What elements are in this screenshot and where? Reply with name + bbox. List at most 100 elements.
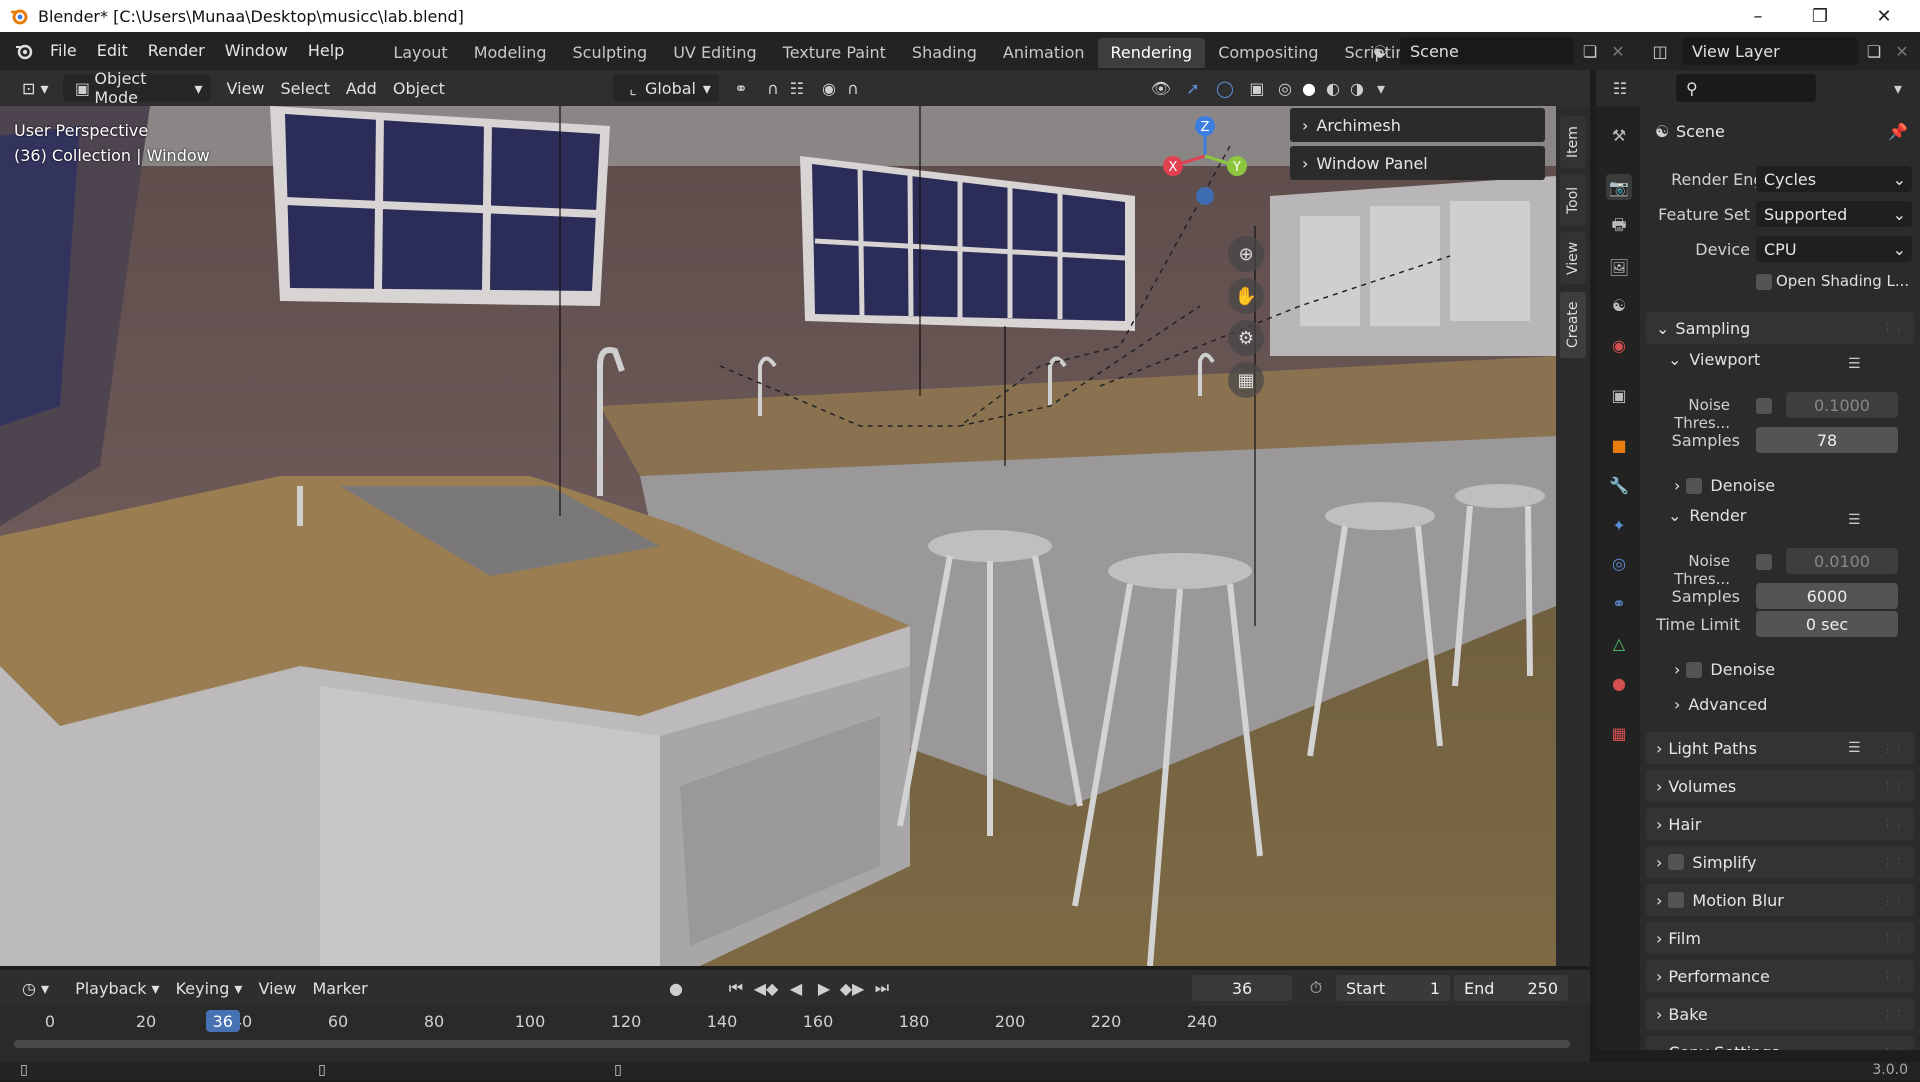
- ortho-grid-icon[interactable]: ▦: [1228, 362, 1264, 398]
- transform-orientation-dropdown[interactable]: ⌞ Global ▾: [612, 74, 719, 102]
- render-tab-icon[interactable]: 📷: [1606, 174, 1632, 200]
- scene-tab-icon[interactable]: ☯: [1606, 292, 1632, 318]
- collection-tab-icon[interactable]: ▣: [1606, 382, 1632, 408]
- restore-icon[interactable]: ❐: [1792, 0, 1848, 32]
- new-view-layer-icon[interactable]: ❏: [1862, 39, 1886, 63]
- properties-options-icon[interactable]: ▾: [1886, 76, 1910, 100]
- world-tab-icon[interactable]: ◉: [1606, 332, 1632, 358]
- open-shading-checkbox[interactable]: [1756, 274, 1772, 290]
- render-subsection[interactable]: ⌄ Render: [1668, 506, 1746, 525]
- tab-layout[interactable]: Layout: [380, 38, 460, 68]
- drag-handle-icon[interactable]: ⋮⋮: [1882, 970, 1904, 983]
- delete-scene-icon[interactable]: ✕: [1606, 39, 1630, 63]
- falloff-icon[interactable]: ∩: [841, 76, 865, 100]
- rendered-shading-icon[interactable]: ◑: [1345, 76, 1369, 100]
- play-icon[interactable]: ▶: [812, 976, 836, 1000]
- record-icon[interactable]: ●: [664, 976, 688, 1000]
- preset-list-icon[interactable]: ☰: [1848, 512, 1866, 528]
- tab-view[interactable]: View: [1560, 232, 1586, 284]
- pin-icon[interactable]: 📌: [1886, 119, 1910, 143]
- render-noise-checkbox[interactable]: [1756, 554, 1772, 570]
- overlay-toggle-icon[interactable]: ◯: [1213, 76, 1237, 100]
- preset-list-icon[interactable]: ☰: [1848, 740, 1861, 756]
- editor-type-icon[interactable]: ⊡ ▾: [14, 74, 57, 102]
- drag-handle-icon[interactable]: ⋮⋮: [1882, 1008, 1904, 1021]
- material-tab-icon[interactable]: ●: [1606, 670, 1632, 696]
- section-film[interactable]: › Film ⋮⋮: [1646, 922, 1914, 954]
- advanced-subsection[interactable]: › Advanced: [1674, 695, 1767, 714]
- render-noise-field[interactable]: 0.0100: [1786, 548, 1898, 574]
- tab-create[interactable]: Create: [1560, 292, 1586, 358]
- section-volumes[interactable]: › Volumes ⋮⋮: [1646, 770, 1914, 802]
- menu-add[interactable]: Add: [338, 74, 385, 102]
- tab-uv-editing[interactable]: UV Editing: [660, 38, 769, 68]
- tab-tool[interactable]: Tool: [1560, 174, 1586, 226]
- particles-tab-icon[interactable]: ✦: [1606, 512, 1632, 538]
- scene-name-field[interactable]: Scene: [1400, 37, 1574, 65]
- shading-options-icon[interactable]: ▾: [1369, 76, 1393, 100]
- tab-rendering[interactable]: Rendering: [1097, 38, 1206, 68]
- time-limit-field[interactable]: 0 sec: [1756, 611, 1898, 637]
- menu-keying[interactable]: Keying ▾: [168, 974, 251, 1002]
- menu-object[interactable]: Object: [385, 74, 453, 102]
- camera-view-icon[interactable]: ⚙: [1228, 320, 1264, 356]
- preview-range-icon[interactable]: ⏱: [1304, 976, 1328, 1000]
- modifiers-tab-icon[interactable]: 🔧: [1606, 472, 1632, 498]
- minimize-icon[interactable]: –: [1730, 0, 1786, 32]
- render-denoise-checkbox[interactable]: [1686, 661, 1703, 678]
- viewport-samples-field[interactable]: 78: [1756, 427, 1898, 453]
- menu-playback[interactable]: Playback ▾: [67, 974, 168, 1002]
- drag-handle-icon[interactable]: ⋮⋮: [1882, 1046, 1904, 1051]
- object-tab-icon[interactable]: ■: [1606, 432, 1632, 458]
- section-simplify[interactable]: › Simplify ⋮⋮: [1646, 846, 1914, 878]
- menu-help[interactable]: Help: [298, 32, 354, 70]
- viewport-denoise-checkbox[interactable]: [1686, 477, 1703, 494]
- output-tab-icon[interactable]: 🖶: [1606, 214, 1632, 240]
- data-tab-icon[interactable]: △: [1606, 630, 1632, 656]
- jump-start-icon[interactable]: ⏮: [724, 976, 748, 1000]
- render-samples-field[interactable]: 6000: [1756, 583, 1898, 609]
- texture-tab-icon[interactable]: ▦: [1606, 720, 1632, 746]
- prev-keyframe-icon[interactable]: ◀◆: [754, 976, 779, 1000]
- navigation-gizmo[interactable]: Z X Y: [1150, 116, 1260, 236]
- xray-icon[interactable]: ▣: [1245, 76, 1269, 100]
- drag-handle-icon[interactable]: ⋮⋮: [1882, 932, 1904, 945]
- end-frame-field[interactable]: End 250: [1454, 975, 1568, 1001]
- menu-file[interactable]: File: [40, 32, 87, 70]
- menu-select[interactable]: Select: [273, 74, 338, 102]
- delete-view-layer-icon[interactable]: ✕: [1890, 39, 1914, 63]
- tab-modeling[interactable]: Modeling: [461, 38, 560, 68]
- tab-animation[interactable]: Animation: [990, 38, 1098, 68]
- preset-list-icon[interactable]: ☰: [1848, 356, 1866, 372]
- drag-handle-icon[interactable]: ⋮⋮: [1882, 780, 1904, 793]
- tab-sculpting[interactable]: Sculpting: [559, 38, 660, 68]
- next-keyframe-icon[interactable]: ◆▶: [840, 976, 865, 1000]
- snap-target-icon[interactable]: ☷: [785, 76, 809, 100]
- render-engine-dropdown[interactable]: Cycles ⌄: [1756, 166, 1912, 192]
- gizmo-toggle-icon[interactable]: ➚: [1181, 76, 1205, 100]
- section-bake[interactable]: › Bake ⋮⋮: [1646, 998, 1914, 1030]
- jump-end-icon[interactable]: ⏭: [870, 976, 894, 1000]
- tab-compositing[interactable]: Compositing: [1205, 38, 1331, 68]
- section-light-paths[interactable]: › Light Paths ☰ ⋮⋮: [1646, 732, 1914, 764]
- proportional-edit-icon[interactable]: ◉: [817, 76, 841, 100]
- new-scene-icon[interactable]: ❏: [1578, 39, 1602, 63]
- section-copy-settings[interactable]: › Copy Settings ⋮⋮: [1646, 1036, 1914, 1050]
- sampling-section[interactable]: ⌄ Sampling ⋮⋮: [1646, 312, 1914, 344]
- timeline-scrollbar[interactable]: [14, 1040, 1570, 1048]
- drag-handle-icon[interactable]: ⋮⋮: [1882, 742, 1904, 755]
- visibility-icon[interactable]: 👁: [1149, 76, 1173, 100]
- panel-archimesh[interactable]: › Archimesh: [1290, 108, 1545, 142]
- constraints-tab-icon[interactable]: ⚭: [1606, 590, 1632, 616]
- timeline[interactable]: 0 20 40 60 80 100 120 140 160 180 200 220 240 36: [0, 1006, 1590, 1062]
- render-denoise-subsection[interactable]: › Denoise: [1674, 660, 1775, 679]
- snap-icon[interactable]: ∩: [761, 76, 785, 100]
- 3d-viewport[interactable]: User Perspective (36) Collection | Windo…: [0, 106, 1556, 966]
- tab-item[interactable]: Item: [1560, 116, 1586, 168]
- section-enable-checkbox[interactable]: [1668, 892, 1685, 908]
- feature-set-dropdown[interactable]: Supported ⌄: [1756, 201, 1912, 227]
- menu-timeline-view[interactable]: View: [250, 974, 304, 1002]
- section-motion-blur[interactable]: › Motion Blur ⋮⋮: [1646, 884, 1914, 916]
- menu-view[interactable]: View: [219, 74, 273, 102]
- pivot-icon[interactable]: ⚭: [729, 76, 753, 100]
